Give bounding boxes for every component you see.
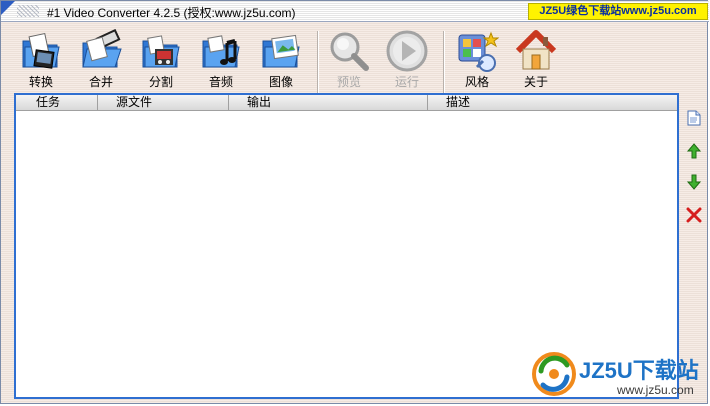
- arrow-up-icon: [686, 143, 702, 159]
- image-label: 图像: [268, 75, 293, 89]
- arrow-down-icon: [686, 174, 702, 190]
- column-task[interactable]: 任务: [16, 95, 98, 111]
- title-grip: [17, 5, 39, 17]
- preview-label: 预览: [336, 75, 361, 89]
- move-down-button[interactable]: [685, 173, 703, 191]
- convert-label: 转换: [28, 75, 53, 89]
- delete-icon: [686, 207, 702, 223]
- audio-label: 音频: [208, 75, 233, 89]
- title-badge: JZ5U绿色下载站www.jz5u.com: [528, 3, 708, 20]
- split-label: 分割: [148, 75, 173, 89]
- split-icon: [142, 35, 180, 68]
- play-icon: [386, 30, 428, 72]
- merge-icon: [82, 29, 122, 68]
- merge-button[interactable]: 合并: [71, 29, 131, 91]
- run-button[interactable]: 运行: [377, 29, 437, 91]
- image-icon: [262, 34, 300, 68]
- convert-button[interactable]: 转换: [11, 29, 71, 91]
- app-window: #1 Video Converter 4.2.5 (授权:www.jz5u.co…: [0, 0, 709, 405]
- about-label: 关于: [523, 75, 548, 89]
- style-button[interactable]: 风格: [447, 29, 507, 91]
- about-button[interactable]: 关于: [506, 29, 566, 91]
- magnifier-icon: [330, 32, 369, 71]
- toolbar: 转换 合并 分割 音频 图像 预览 运行 风格 关于: [1, 23, 709, 93]
- watermark-name: JZ5U下载站: [579, 358, 699, 383]
- logo-icon: [532, 352, 576, 396]
- column-description[interactable]: 描述: [428, 95, 677, 111]
- watermark-url: www.jz5u.com: [617, 383, 694, 397]
- audio-button[interactable]: 音频: [191, 29, 251, 91]
- column-output[interactable]: 输出: [229, 95, 428, 111]
- toolbar-separator: [443, 31, 445, 93]
- title-bar[interactable]: #1 Video Converter 4.2.5 (授权:www.jz5u.co…: [1, 1, 709, 22]
- split-button[interactable]: 分割: [131, 29, 191, 91]
- add-file-button[interactable]: [685, 109, 703, 127]
- audio-icon: [202, 35, 240, 68]
- remove-button[interactable]: [685, 206, 703, 224]
- add-file-icon: [687, 110, 701, 126]
- column-source[interactable]: 源文件: [98, 95, 229, 111]
- convert-icon: [22, 32, 60, 69]
- style-label: 风格: [464, 75, 489, 89]
- system-menu-corner[interactable]: [1, 1, 15, 15]
- preview-button[interactable]: 预览: [319, 29, 379, 91]
- home-icon: [515, 30, 557, 70]
- move-up-button[interactable]: [685, 142, 703, 160]
- style-icon: [458, 31, 499, 72]
- watermark-logo: JZ5U下载站 www.jz5u.com: [531, 349, 709, 405]
- task-list-header: 任务 源文件 输出 描述: [16, 95, 677, 111]
- run-label: 运行: [394, 75, 419, 89]
- merge-label: 合并: [88, 75, 113, 89]
- window-title: #1 Video Converter 4.2.5 (授权:www.jz5u.co…: [47, 6, 296, 20]
- image-button[interactable]: 图像: [251, 29, 311, 91]
